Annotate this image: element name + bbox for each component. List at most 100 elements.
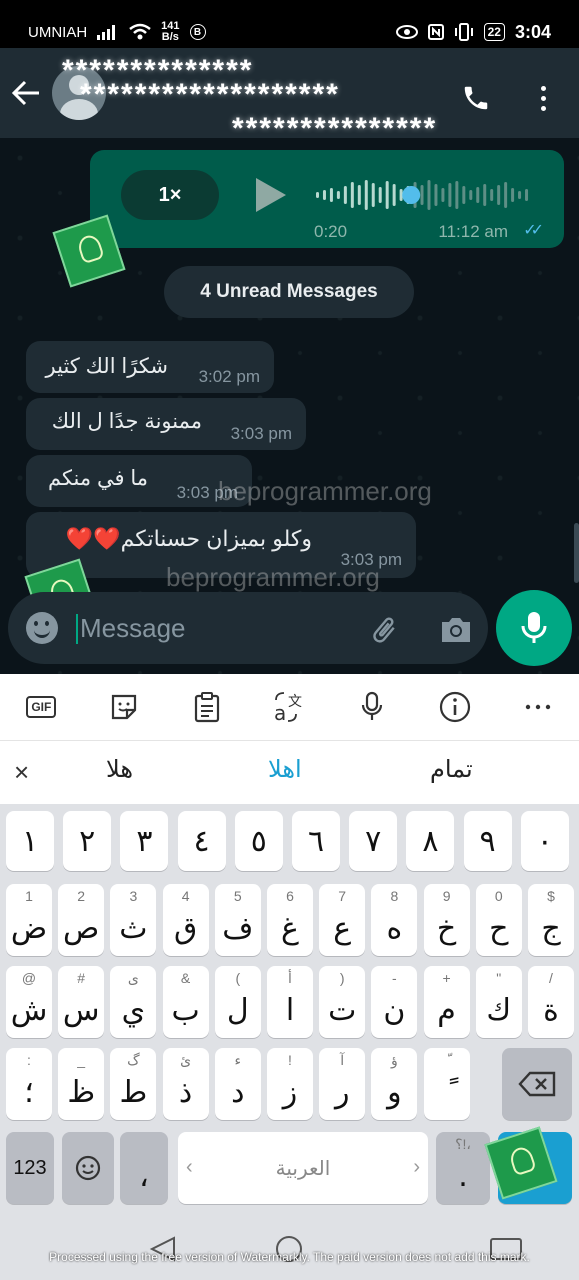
letter-key[interactable]: 7ع — [319, 884, 366, 956]
close-suggestions-icon[interactable]: × — [14, 757, 29, 788]
key-label: ل — [226, 992, 249, 1028]
number-key[interactable]: ٦ — [292, 811, 340, 871]
camera-button[interactable] — [436, 610, 476, 650]
letter-key[interactable]: 3ث — [110, 884, 157, 956]
attach-button[interactable] — [364, 610, 404, 650]
key-label: 123 — [13, 1156, 47, 1179]
key-label: د — [231, 1074, 245, 1110]
translate-button[interactable]: a文 — [267, 685, 311, 729]
suggestion-item[interactable]: اهلا — [268, 755, 302, 784]
sticker-button[interactable] — [102, 685, 146, 729]
letter-key[interactable]: ًّ — [423, 1048, 470, 1120]
waveform-bar — [441, 188, 445, 202]
emoji-icon — [75, 1155, 101, 1181]
letter-key[interactable]: ءد — [214, 1048, 261, 1120]
letter-key[interactable]: 2ص — [58, 884, 105, 956]
voice-waveform[interactable] — [314, 172, 530, 218]
info-button[interactable] — [433, 685, 477, 729]
number-key[interactable]: ٤ — [177, 811, 226, 871]
back-button[interactable] — [0, 48, 52, 138]
signal-icon — [97, 25, 116, 40]
sticker-icon — [111, 694, 137, 720]
letter-key[interactable]: $ ج — [528, 884, 574, 956]
voice-message-bubble[interactable]: 1× 0:20 11:12 am ✓✓ — [90, 150, 564, 248]
key-secondary-label: آ — [340, 1052, 345, 1068]
letter-key[interactable]: 0ح — [475, 884, 522, 956]
suggestion-item[interactable]: هلا — [106, 755, 133, 784]
letter-key[interactable]: (ل — [214, 966, 261, 1038]
record-voice-button[interactable] — [496, 590, 572, 666]
message-input[interactable] — [80, 610, 340, 646]
letter-key[interactable]: @ ش — [6, 966, 52, 1038]
letter-key[interactable]: 9خ — [423, 884, 470, 956]
gif-button[interactable]: GIF — [19, 685, 63, 729]
number-key[interactable]: ٠ — [520, 811, 569, 871]
letter-key[interactable]: أا — [267, 966, 313, 1038]
letter-key[interactable]: & ب — [162, 966, 209, 1038]
number-key[interactable]: ٧ — [349, 811, 398, 871]
message-bubble[interactable]: ممنونة جدًا ل الك 3:03 pm — [26, 398, 306, 450]
waveform-bar — [420, 185, 424, 205]
number-key[interactable]: ٢ — [63, 811, 112, 871]
key-label: ظ — [67, 1074, 96, 1110]
suggestion-item[interactable]: تمام — [430, 755, 473, 784]
playback-speed-button[interactable]: 1× — [121, 170, 219, 220]
letter-key[interactable]: " ك — [475, 966, 522, 1038]
emoji-icon[interactable] — [26, 612, 58, 644]
key-secondary-label: 2 — [77, 888, 86, 904]
key-secondary-label: ؤ — [391, 1052, 398, 1068]
key-label: ٥ — [250, 823, 267, 859]
number-key[interactable]: ١ — [6, 811, 54, 871]
key-label: ا — [285, 992, 295, 1028]
more-options-button[interactable] — [528, 78, 558, 118]
letter-key[interactable]: ئذ — [162, 1048, 209, 1120]
letter-key[interactable]: ىي — [110, 966, 157, 1038]
voice-input-button[interactable] — [350, 685, 394, 729]
letter-key[interactable]: / ة — [528, 966, 574, 1038]
key-secondary-label: 4 — [181, 888, 190, 904]
voice-call-button[interactable] — [456, 78, 496, 118]
symbols-key[interactable]: 123 — [6, 1132, 54, 1204]
backspace-key[interactable] — [502, 1048, 572, 1120]
waveform-bar — [357, 185, 361, 205]
carrier-name: UMNIAH — [28, 23, 88, 41]
letter-key[interactable]: گط — [110, 1048, 157, 1120]
play-icon[interactable] — [256, 178, 286, 212]
letter-key[interactable]: 6غ — [267, 884, 313, 956]
letter-key[interactable]: ؤو — [371, 1048, 418, 1120]
letter-key[interactable]: _ ظ — [58, 1048, 105, 1120]
number-key[interactable]: ٥ — [234, 811, 283, 871]
letter-key[interactable]: ) ت — [319, 966, 366, 1038]
message-text: ممنونة جدًا ل الك — [51, 410, 202, 433]
letter-key[interactable]: 4ق — [162, 884, 209, 956]
key-label: م — [437, 992, 456, 1028]
letter-key[interactable]: 1ض — [6, 884, 52, 956]
number-key[interactable]: ٣ — [120, 811, 169, 871]
letter-key[interactable]: ! ز — [267, 1048, 313, 1120]
ellipsis-icon — [525, 704, 550, 710]
clipboard-button[interactable] — [185, 685, 229, 729]
letter-key[interactable]: + م — [423, 966, 470, 1038]
clipboard-icon — [194, 692, 219, 723]
letter-key[interactable]: آر — [319, 1048, 366, 1120]
emoji-key[interactable] — [62, 1132, 114, 1204]
waveform-bar — [399, 189, 403, 201]
letter-key[interactable]: -ن — [371, 966, 418, 1038]
key-secondary-label: ؟!، — [455, 1136, 471, 1152]
letter-key[interactable]: 8ه — [371, 884, 418, 956]
message-bubble[interactable]: شكرًا الك كثير 3:02 pm — [26, 341, 274, 393]
playback-position-handle[interactable] — [402, 186, 421, 204]
more-keyboard-options-button[interactable] — [516, 685, 560, 729]
letter-key[interactable]: 5ف — [214, 884, 261, 956]
back-arrow-icon — [11, 80, 39, 106]
period-key[interactable]: ؟!،. — [436, 1132, 490, 1204]
letter-key[interactable]: # س — [58, 966, 105, 1038]
letter-key[interactable]: : ؛ — [6, 1048, 52, 1120]
space-key[interactable]: ‹ العربية › — [178, 1132, 428, 1204]
chat-scrollbar[interactable] — [574, 523, 579, 583]
key-secondary-label: 0 — [494, 888, 503, 904]
number-key[interactable]: ٨ — [406, 811, 455, 871]
number-key[interactable]: ٩ — [463, 811, 512, 871]
key-label: ث — [119, 910, 148, 946]
comma-key[interactable]: ، — [120, 1132, 168, 1204]
